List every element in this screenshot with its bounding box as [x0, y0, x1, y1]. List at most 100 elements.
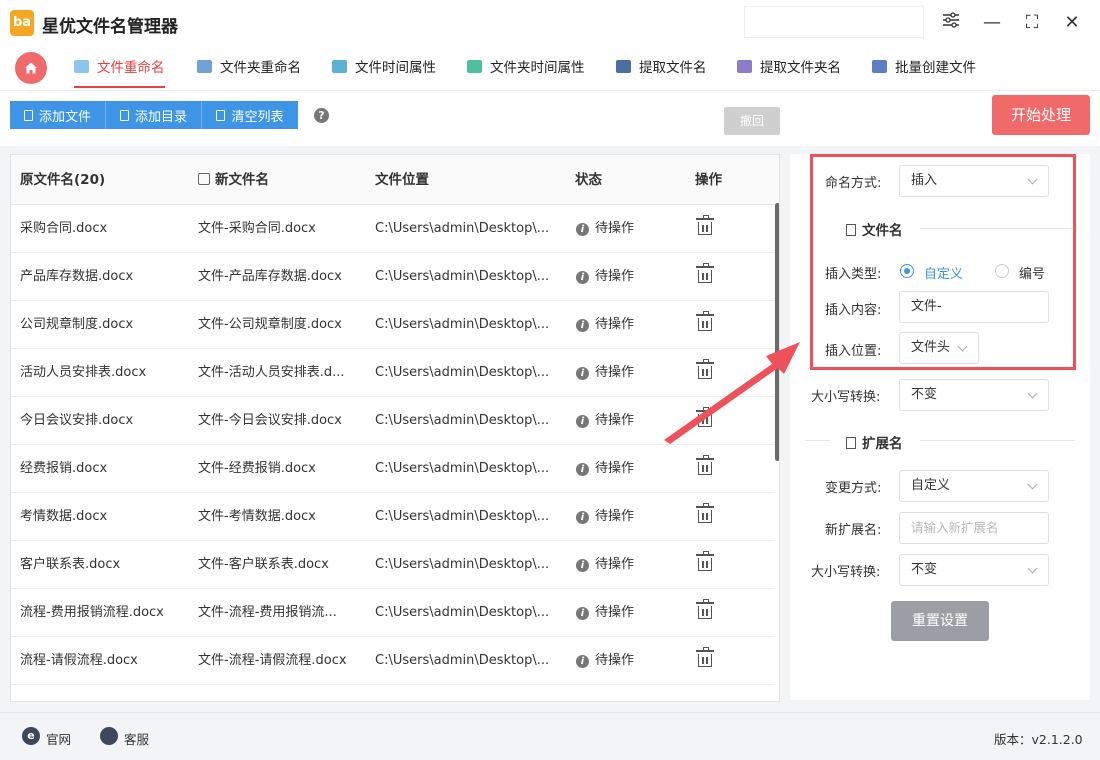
cell-status: i 待操作	[576, 205, 634, 253]
delete-trash-icon[interactable]	[696, 311, 714, 331]
delete-trash-icon[interactable]	[696, 263, 714, 283]
cell-original-name: 今日会议安排.docx	[20, 413, 134, 428]
info-icon: i	[576, 271, 589, 284]
tab-folder-rename[interactable]: 文件夹重命名	[197, 46, 301, 86]
info-icon: i	[576, 559, 589, 572]
column-status[interactable]: 状态	[575, 155, 602, 205]
tab-folder-time[interactable]: 文件夹时间属性	[467, 46, 585, 86]
annotation-arrow-icon	[664, 342, 800, 444]
table-row[interactable]: 经费报销.docx 文件-经费报销.docx C:\Users\admin\Desk…	[11, 445, 774, 493]
trash-icon	[216, 109, 226, 121]
table-row[interactable]: 产品库存数据.docx 文件-产品库存数据.docx C:\Users\admin\…	[11, 253, 774, 301]
status-text: 待操作	[595, 269, 635, 284]
extract-foldername-icon	[737, 59, 752, 73]
cell-status: i 待操作	[576, 637, 634, 685]
select-value: 自定义	[911, 478, 951, 493]
cell-status: i 待操作	[576, 253, 634, 301]
close-icon[interactable]: ✕	[1059, 10, 1085, 36]
table-row[interactable]: 采购合同.docx 文件-采购合同.docx C:\Users\admin\Desk…	[11, 205, 774, 253]
change-method-select[interactable]: 自定义	[899, 470, 1049, 502]
info-icon: i	[576, 367, 589, 380]
support-chat-icon[interactable]	[100, 727, 118, 745]
tab-file-rename[interactable]: 文件重命名	[74, 46, 165, 88]
toolbar: 添加文件 添加目录 清空列表 ? 撤回 开始处理	[0, 90, 1100, 146]
delete-trash-icon[interactable]	[696, 215, 714, 235]
info-icon: i	[576, 463, 589, 476]
cell-new-name: 文件-流程-请假流程.docx	[198, 653, 347, 668]
title-bar: ba 星优文件名管理器 — ⛶ ✕	[0, 0, 1100, 46]
cell-original-name: 公司规章制度.docx	[20, 317, 134, 332]
clear-list-button[interactable]: 清空列表	[202, 101, 298, 129]
status-text: 待操作	[595, 413, 635, 428]
table-row[interactable]: 客户联系表.docx 文件-客户联系表.docx C:\Users\admin\De…	[11, 541, 774, 589]
status-text: 待操作	[595, 317, 635, 332]
column-original-name[interactable]: 原文件名(20)	[20, 155, 105, 205]
extension-case-label: 大小写转换:	[811, 565, 881, 580]
tab-extract-filename[interactable]: 提取文件名	[616, 46, 707, 86]
column-location[interactable]: 文件位置	[375, 155, 429, 205]
tab-extract-foldername[interactable]: 提取文件夹名	[737, 46, 841, 86]
extension-icon	[846, 437, 856, 449]
cell-location: C:\Users\admin\Desktop\...	[375, 605, 550, 620]
website-link[interactable]: 官网	[46, 729, 71, 748]
delete-trash-icon[interactable]	[696, 503, 714, 523]
section-label: 扩展名	[862, 436, 903, 452]
app-title: 星优文件名管理器	[42, 17, 178, 37]
tab-label: 提取文件夹名	[760, 60, 841, 76]
cell-original-name: 产品库存数据.docx	[20, 269, 134, 284]
app-logo-icon: ba	[10, 10, 34, 36]
table-row[interactable]: 考情数据.docx 文件-考情数据.docx C:\Users\admin\Desk…	[11, 493, 774, 541]
minimize-icon[interactable]: —	[979, 10, 1005, 36]
status-text: 待操作	[595, 605, 635, 620]
edit-icon	[198, 173, 210, 185]
table-row[interactable]: 流程-费用报销流程.docx 文件-流程-费用报销流... C:\Users\adm…	[11, 589, 774, 637]
cell-new-name: 文件-流程-费用报销流...	[198, 605, 337, 620]
cell-location: C:\Users\admin\Desktop\...	[375, 461, 550, 476]
delete-trash-icon[interactable]	[696, 551, 714, 571]
delete-trash-icon[interactable]	[696, 599, 714, 619]
case-convert-label: 大小写转换:	[811, 390, 881, 405]
tab-label: 提取文件名	[639, 60, 707, 76]
select-value: 不变	[911, 562, 938, 577]
help-icon[interactable]: ?	[314, 108, 329, 123]
extension-case-select[interactable]: 不变	[899, 554, 1049, 586]
cell-status: i 待操作	[576, 541, 634, 589]
table-row[interactable]: 流程-请假流程.docx 文件-流程-请假流程.docx C:\Users\admi…	[11, 637, 774, 685]
add-file-button[interactable]: 添加文件	[10, 101, 106, 129]
cell-new-name: 文件-今日会议安排.docx	[198, 413, 342, 428]
status-bar: e 官网 客服 版本：v2.1.2.0	[0, 712, 1100, 760]
support-link[interactable]: 客服	[124, 729, 149, 748]
chevron-down-icon	[1027, 479, 1038, 490]
cell-new-name: 文件-产品库存数据.docx	[198, 269, 342, 284]
info-icon: i	[576, 607, 589, 620]
title-search-box[interactable]	[744, 6, 924, 38]
batch-create-icon	[872, 59, 887, 73]
delete-trash-icon[interactable]	[696, 647, 714, 667]
add-directory-button[interactable]: 添加目录	[106, 101, 202, 129]
file-time-icon	[332, 59, 347, 73]
cell-location: C:\Users\admin\Desktop\...	[375, 653, 550, 668]
home-button[interactable]	[15, 52, 47, 84]
cell-status: i 待操作	[576, 349, 634, 397]
delete-trash-icon[interactable]	[696, 455, 714, 475]
tab-batch-create[interactable]: 批量创建文件	[872, 46, 976, 86]
undo-button[interactable]: 撤回	[724, 107, 780, 135]
file-rename-icon	[74, 59, 89, 73]
cell-new-name: 文件-考情数据.docx	[198, 509, 316, 524]
new-extension-input[interactable]: 请输入新扩展名	[899, 512, 1049, 544]
tab-file-time[interactable]: 文件时间属性	[332, 46, 436, 86]
reset-settings-button[interactable]: 重置设置	[891, 601, 989, 641]
cell-original-name: 活动人员安排表.docx	[20, 365, 147, 380]
cell-location: C:\Users\admin\Desktop\...	[375, 221, 550, 236]
start-process-button[interactable]: 开始处理	[992, 95, 1090, 135]
folder-rename-icon	[197, 59, 212, 73]
file-icon	[119, 109, 129, 121]
column-new-name[interactable]: 新文件名	[198, 155, 269, 205]
maximize-icon[interactable]: ⛶	[1019, 10, 1045, 36]
cell-new-name: 文件-客户联系表.docx	[198, 557, 329, 572]
button-label: 清空列表	[231, 109, 284, 125]
website-icon[interactable]: e	[22, 727, 40, 745]
case-convert-select[interactable]: 不变	[899, 379, 1049, 411]
settings-icon[interactable]	[938, 10, 964, 36]
select-value: 不变	[911, 387, 938, 402]
